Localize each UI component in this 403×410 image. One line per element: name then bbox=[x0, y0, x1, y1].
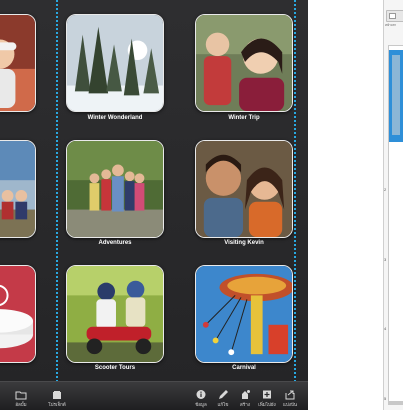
album-photo-scooter-tours bbox=[67, 266, 163, 362]
selected-page-thumbnail[interactable] bbox=[389, 50, 403, 142]
selected-page-image bbox=[392, 55, 400, 135]
projects-tab-label: โปรเจ็กต์ bbox=[48, 402, 66, 407]
album-label-scooter-tours: Scooter Tours bbox=[94, 365, 136, 371]
album-thumbnail-4[interactable] bbox=[0, 140, 36, 238]
create-icon bbox=[242, 390, 250, 399]
albums-icon bbox=[15, 391, 27, 400]
album-thumbnail-carnival[interactable] bbox=[195, 265, 293, 363]
info-icon bbox=[196, 390, 206, 399]
share-icon bbox=[285, 390, 295, 400]
bottom-toolbar: อัลบั้ม โปรเจ็กต์ ข้อมูล แก้ไข สร้าง เพิ… bbox=[0, 381, 308, 410]
album-thumbnail-winter-wonderland[interactable] bbox=[66, 14, 164, 112]
album-photo-visiting-kevin bbox=[196, 141, 292, 237]
albums-tab-label: อัลบั้ม bbox=[15, 402, 27, 407]
album-photo-winter-wonderland bbox=[67, 15, 163, 111]
albums-tab[interactable]: อัลบั้ม bbox=[6, 389, 36, 408]
add-to-icon bbox=[263, 390, 271, 399]
album-thumbnail-scooter-tours[interactable] bbox=[66, 265, 164, 363]
album-thumbnail-1[interactable] bbox=[0, 14, 36, 112]
layout-guide-right bbox=[294, 0, 296, 382]
album-photo-winter-trip bbox=[196, 15, 292, 111]
ipad-screen: Winter Wonderland Winter Trip Adventures… bbox=[0, 0, 308, 410]
album-label-adventures: Adventures bbox=[98, 240, 132, 246]
page-number-4: 4 bbox=[384, 326, 387, 331]
page-strip bbox=[388, 45, 403, 405]
album-thumbnail-visiting-kevin[interactable] bbox=[195, 140, 293, 238]
album-label-carnival: Carnival bbox=[232, 365, 256, 371]
share-label: แบ่งปัน bbox=[283, 402, 297, 407]
page-sheet bbox=[389, 46, 403, 401]
projects-icon bbox=[53, 391, 61, 399]
album-thumbnail-winter-trip[interactable] bbox=[195, 14, 293, 112]
home-tab[interactable] bbox=[386, 10, 403, 22]
album-label-visiting-kevin: Visiting Kevin bbox=[224, 240, 264, 246]
share-button[interactable]: แบ่งปัน bbox=[275, 389, 305, 408]
album-label-winter-wonderland: Winter Wonderland bbox=[87, 115, 143, 121]
pencil-icon bbox=[219, 390, 228, 399]
projects-tab[interactable]: โปรเจ็กต์ bbox=[42, 389, 72, 408]
layout-guide-left bbox=[56, 0, 58, 382]
album-label-winter-trip: Winter Trip bbox=[228, 115, 260, 121]
page-number-5: 5 bbox=[384, 396, 387, 401]
album-photo-carnival bbox=[196, 266, 292, 362]
page-number-3: 3 bbox=[384, 257, 387, 262]
album-photo-cake bbox=[0, 266, 35, 362]
page-icon bbox=[389, 13, 396, 19]
page-number-2: 2 bbox=[384, 187, 387, 192]
album-photo-outdoors bbox=[0, 141, 35, 237]
album-thumbnail-7[interactable] bbox=[0, 265, 36, 363]
album-photo-kids-headphones bbox=[0, 15, 35, 111]
photo-grid: Winter Wonderland Winter Trip Adventures… bbox=[0, 0, 308, 382]
page-thumbnail-panel: หน้าแรก 2 3 4 5 bbox=[383, 0, 403, 410]
album-photo-adventures bbox=[67, 141, 163, 237]
album-thumbnail-adventures[interactable] bbox=[66, 140, 164, 238]
home-tab-label: หน้าแรก bbox=[385, 23, 397, 27]
